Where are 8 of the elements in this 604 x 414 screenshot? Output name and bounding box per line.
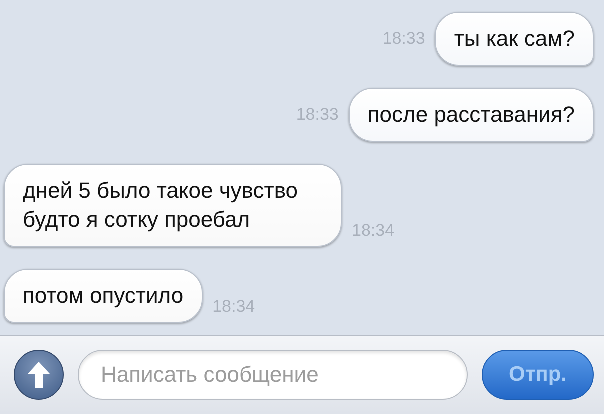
attach-button[interactable] [14,350,64,400]
send-button[interactable]: Отпр. [482,350,594,400]
message-bubble: потом опустило [4,269,203,323]
message-bubble: после расставания? [348,88,594,142]
message-bubble: дней 5 было такое чувство будто я сотку проебал [4,164,342,247]
up-arrow-icon [28,362,50,388]
message-bubble: ты как сам? [435,12,594,66]
message-input[interactable]: Написать сообщение [78,350,468,400]
